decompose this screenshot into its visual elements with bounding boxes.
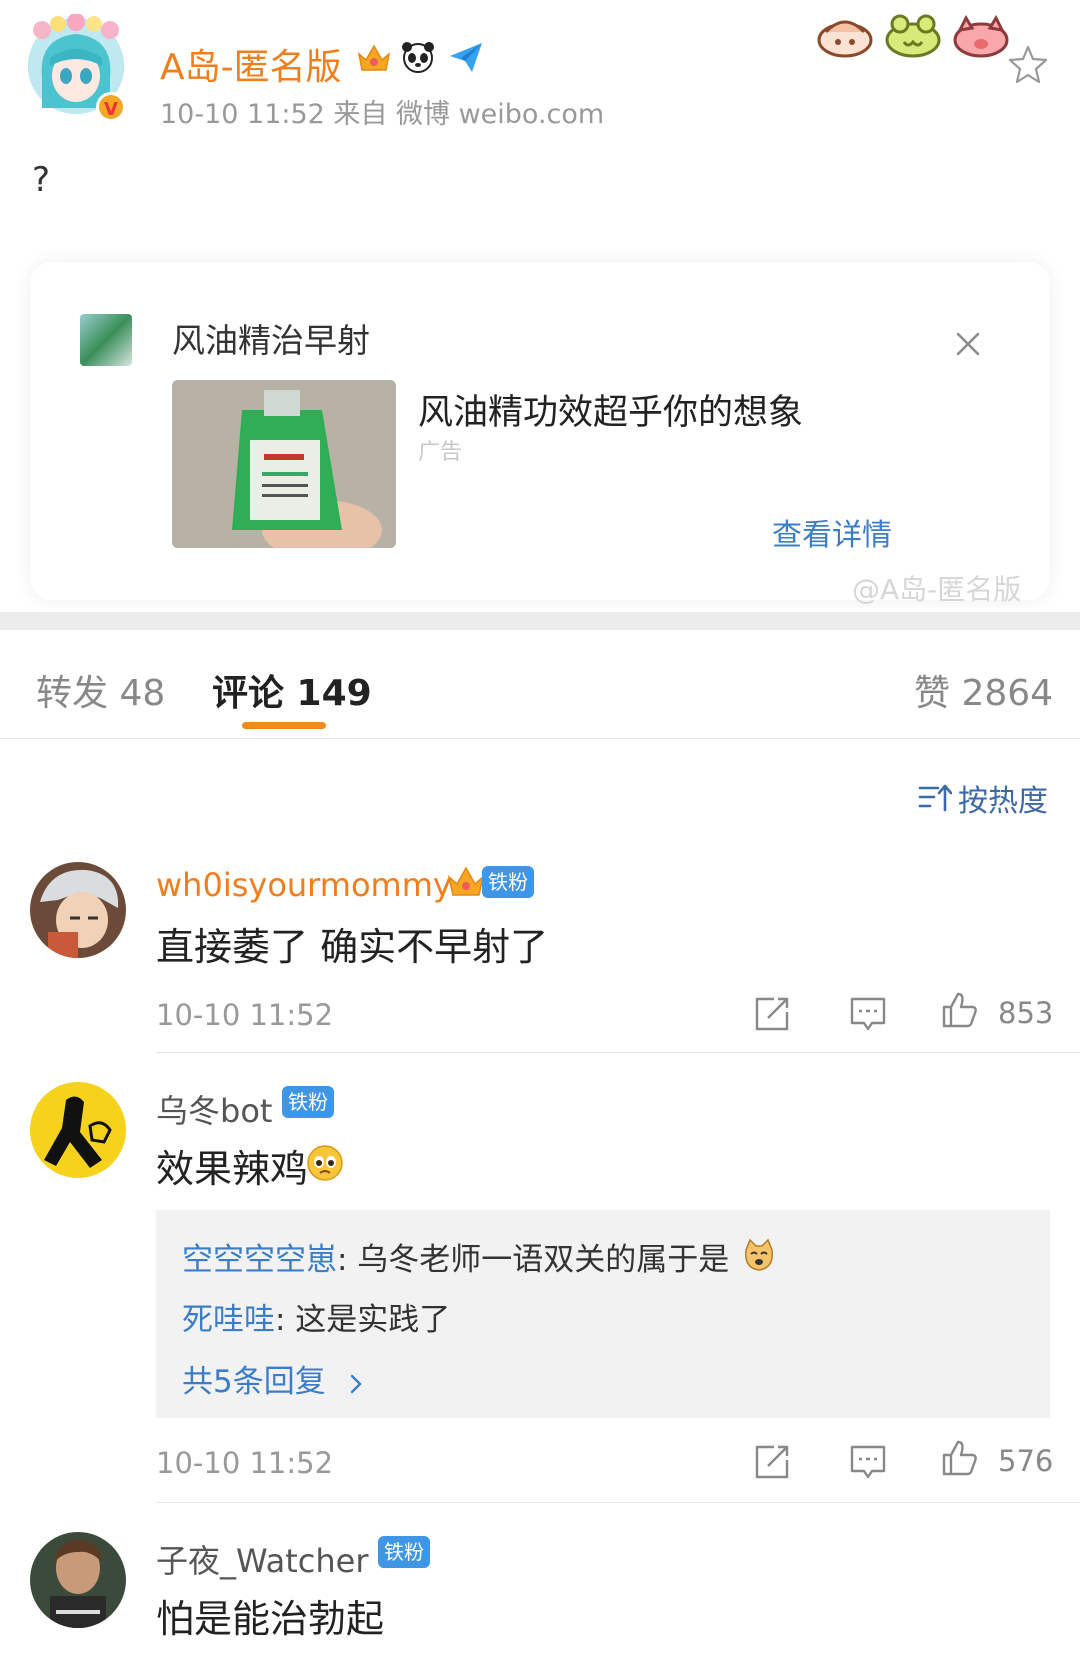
man-photo-avatar bbox=[30, 1532, 126, 1628]
like-count: 576 bbox=[998, 1444, 1054, 1478]
ad-label: 广告 bbox=[418, 440, 463, 465]
frog-sticker bbox=[885, 14, 941, 58]
comment-text: 效果辣鸡 bbox=[156, 1147, 309, 1191]
fan-badge: 铁粉 bbox=[378, 1536, 430, 1568]
flower-crown-icon bbox=[33, 14, 119, 39]
tabs-divider bbox=[0, 738, 1080, 739]
sort-button[interactable]: 按热度 bbox=[918, 776, 1048, 820]
chevron-right-icon bbox=[350, 1374, 362, 1393]
pleading-face-emoji bbox=[307, 1145, 343, 1181]
comment-avatar[interactable] bbox=[30, 862, 126, 958]
share-icon[interactable] bbox=[752, 994, 792, 1034]
reply-text: : 乌冬老师一语双关的属于是 bbox=[337, 1242, 730, 1278]
verified-badge: V bbox=[96, 92, 126, 122]
weibo-watermark: @A岛-匿名版 bbox=[852, 573, 1022, 606]
close-icon[interactable] bbox=[954, 330, 982, 358]
tab-like[interactable]: 赞 2864 bbox=[914, 664, 1053, 716]
silver-hair-avatar bbox=[30, 862, 126, 958]
reply-item[interactable]: 死哇哇: 这是实践了 bbox=[182, 1294, 450, 1339]
fan-badge: 铁粉 bbox=[282, 1086, 334, 1118]
comment-icon[interactable] bbox=[848, 994, 888, 1034]
crown-icon[interactable] bbox=[356, 40, 392, 74]
comment-username[interactable]: 子夜_Watcher bbox=[156, 1536, 368, 1582]
comment-avatar[interactable] bbox=[30, 1532, 126, 1628]
post-text: ? bbox=[32, 160, 51, 200]
tab-comment[interactable]: 评论 149 bbox=[212, 664, 372, 716]
tab-repost[interactable]: 转发 48 bbox=[36, 664, 165, 716]
paper-plane-icon[interactable] bbox=[448, 40, 484, 74]
favorite-star-icon[interactable] bbox=[1008, 44, 1048, 84]
comment-divider bbox=[156, 1502, 1080, 1503]
comment-text: 直接萎了 确实不早射了 bbox=[156, 925, 549, 969]
comment-icon[interactable] bbox=[848, 1442, 888, 1482]
ad-thumbnail bbox=[80, 314, 132, 366]
doge-emoji bbox=[745, 1238, 773, 1271]
comment-username[interactable]: wh0isyourmommy bbox=[156, 866, 452, 904]
reply-username[interactable]: 空空空空崽 bbox=[182, 1242, 337, 1278]
sort-icon bbox=[918, 784, 952, 812]
yellow-figure-avatar bbox=[30, 1082, 126, 1178]
active-tab-indicator bbox=[242, 722, 326, 729]
ad-headline[interactable]: 风油精功效超乎你的想象 bbox=[418, 384, 803, 435]
poster-username[interactable]: A岛-匿名版 bbox=[160, 38, 342, 90]
more-replies-label: 共5条回复 bbox=[182, 1364, 326, 1400]
ad-product-image[interactable] bbox=[172, 380, 396, 548]
more-replies-link[interactable]: 共5条回复 bbox=[182, 1356, 368, 1401]
like-icon[interactable] bbox=[940, 1438, 980, 1478]
post-meta: 10-10 11:52 来自 微博 weibo.com bbox=[160, 99, 605, 130]
comment-time: 10-10 11:52 bbox=[156, 998, 334, 1032]
reply-username[interactable]: 死哇哇 bbox=[182, 1302, 275, 1338]
comment-username[interactable]: 乌冬bot bbox=[156, 1086, 272, 1132]
sort-label: 按热度 bbox=[958, 784, 1048, 819]
comment-text: 怕是能治勃起 bbox=[156, 1597, 385, 1641]
comment-time: 10-10 11:52 bbox=[156, 1446, 334, 1480]
fan-badge: 铁粉 bbox=[482, 866, 534, 898]
bottle-image bbox=[172, 380, 396, 548]
dumpling-sticker bbox=[817, 20, 873, 58]
section-separator bbox=[0, 612, 1080, 630]
share-icon[interactable] bbox=[752, 1442, 792, 1482]
like-icon[interactable] bbox=[940, 990, 980, 1030]
comment-avatar[interactable] bbox=[30, 1082, 126, 1178]
comment-divider bbox=[156, 1052, 1080, 1053]
reply-item[interactable]: 空空空空崽: 乌冬老师一语双关的属于是 bbox=[182, 1234, 729, 1279]
pig-sticker bbox=[953, 14, 1009, 58]
ad-detail-link[interactable]: 查看详情 bbox=[772, 510, 892, 554]
ad-title[interactable]: 风油精治早射 bbox=[172, 314, 370, 362]
reply-text: : 这是实践了 bbox=[275, 1302, 451, 1338]
panda-icon[interactable] bbox=[400, 40, 436, 74]
crown-icon bbox=[447, 866, 485, 896]
like-count: 853 bbox=[998, 996, 1054, 1030]
